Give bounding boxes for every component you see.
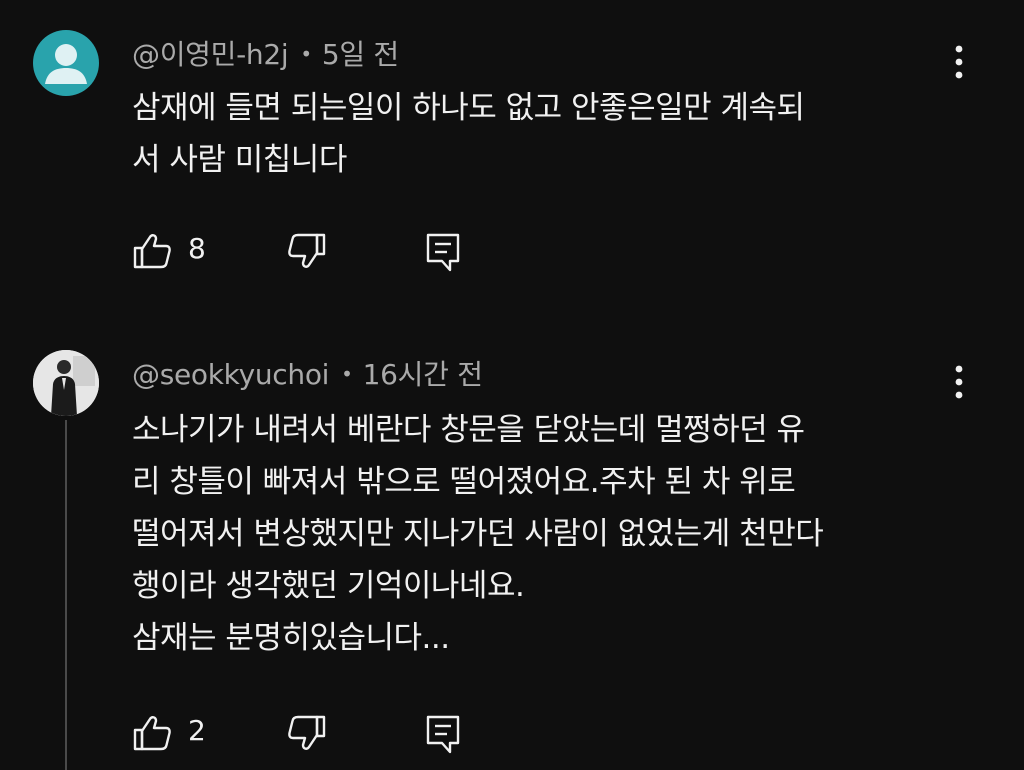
- more-vertical-icon: [955, 45, 963, 79]
- avatar[interactable]: [33, 350, 99, 416]
- comment-text-line: 떨어져서 변상했지만 지나가던 사람이 없었는게 천만다: [132, 516, 824, 552]
- thumbs-up-icon: [133, 234, 171, 269]
- comment-text-line: 행이라 생각했던 기억이나네요.: [132, 568, 525, 604]
- comment-meta: @이영민-h2j • 5일 전: [132, 33, 399, 73]
- meta-separator: •: [300, 42, 312, 66]
- comment-text: 소나기가 내려서 베란다 창문을 닫았는데 멀쩡하던 유 리 창틀이 빠져서 밖…: [132, 404, 824, 664]
- more-vertical-icon: [955, 365, 963, 399]
- comment-menu-button[interactable]: [944, 362, 974, 402]
- comment-text: 삼재에 들면 되는일이 하나도 없고 안좋은일만 계속되 서 사람 미칩니다: [132, 82, 805, 186]
- comment-text-line: 리 창틀이 빠져서 밖으로 떨어졌어요.주차 된 차 위로: [132, 464, 796, 500]
- like-button[interactable]: [132, 231, 172, 275]
- thumbs-up-icon: [133, 716, 171, 751]
- comment-time[interactable]: 5일 전: [322, 38, 399, 71]
- reply-icon: [426, 715, 460, 754]
- comment-text-line: 삼재에 들면 되는일이 하나도 없고 안좋은일만 계속되: [132, 90, 805, 126]
- like-count: 2: [188, 714, 206, 747]
- avatar[interactable]: [33, 30, 99, 96]
- reply-icon: [426, 233, 460, 272]
- reply-button[interactable]: [424, 231, 464, 277]
- comment-text-line: 서 사람 미칩니다: [132, 142, 347, 178]
- comment-text-line: 소나기가 내려서 베란다 창문을 닫았는데 멀쩡하던 유: [132, 412, 805, 448]
- comment-author[interactable]: @이영민-h2j: [132, 38, 289, 71]
- thumbs-down-icon: [288, 715, 326, 750]
- comment-author[interactable]: @seokkyuchoi: [132, 358, 329, 391]
- thumbs-down-icon: [288, 233, 326, 268]
- like-button[interactable]: [132, 713, 172, 757]
- like-count: 8: [188, 232, 206, 265]
- thread-line: [65, 420, 67, 770]
- dislike-button[interactable]: [287, 231, 327, 275]
- user-photo-icon: [33, 350, 99, 416]
- comment-time[interactable]: 16시간 전: [363, 358, 483, 391]
- comment-menu-button[interactable]: [944, 42, 974, 82]
- meta-separator: •: [341, 362, 353, 386]
- comment-text-line: 삼재는 분명히있습니다...: [132, 620, 450, 656]
- reply-button[interactable]: [424, 713, 464, 759]
- person-icon: [45, 44, 87, 84]
- dislike-button[interactable]: [287, 713, 327, 757]
- comment-meta: @seokkyuchoi • 16시간 전: [132, 353, 483, 393]
